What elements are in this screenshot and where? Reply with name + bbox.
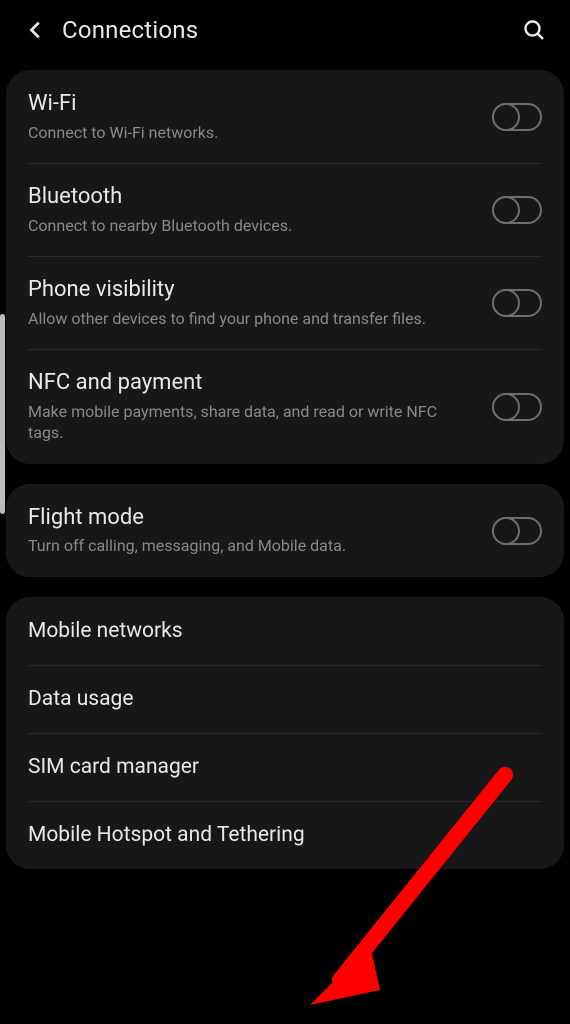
search-button[interactable] [514, 10, 554, 50]
row-text: Mobile Hotspot and Tethering [28, 822, 542, 848]
row-title: Mobile networks [28, 618, 526, 644]
setting-row-flight-mode[interactable]: Flight mode Turn off calling, messaging,… [6, 484, 564, 577]
row-text: NFC and payment Make mobile payments, sh… [28, 369, 492, 444]
row-text: Mobile networks [28, 618, 542, 644]
row-subtitle: Make mobile payments, share data, and re… [28, 401, 476, 444]
row-text: Flight mode Turn off calling, messaging,… [28, 504, 492, 557]
row-title: SIM card manager [28, 754, 526, 780]
back-button[interactable] [16, 10, 56, 50]
flight-mode-toggle[interactable] [492, 517, 542, 545]
search-icon [522, 18, 546, 42]
row-title: Phone visibility [28, 276, 476, 304]
setting-row-nfc-payment[interactable]: NFC and payment Make mobile payments, sh… [6, 349, 564, 464]
setting-row-phone-visibility[interactable]: Phone visibility Allow other devices to … [6, 256, 564, 349]
settings-group-3: Mobile networks Data usage SIM card mana… [6, 597, 564, 869]
row-text: Phone visibility Allow other devices to … [28, 276, 492, 329]
settings-connections-screen: Connections Wi-Fi Connect to Wi-Fi netwo… [0, 0, 570, 1024]
scroll-indicator [0, 314, 5, 514]
setting-row-wifi[interactable]: Wi-Fi Connect to Wi-Fi networks. [6, 70, 564, 163]
row-text: Bluetooth Connect to nearby Bluetooth de… [28, 183, 492, 236]
row-title: Mobile Hotspot and Tethering [28, 822, 526, 848]
row-text: Wi-Fi Connect to Wi-Fi networks. [28, 90, 492, 143]
phone-visibility-toggle[interactable] [492, 289, 542, 317]
setting-row-bluetooth[interactable]: Bluetooth Connect to nearby Bluetooth de… [6, 163, 564, 256]
row-subtitle: Connect to nearby Bluetooth devices. [28, 215, 476, 237]
header-bar: Connections [0, 0, 570, 60]
nfc-payment-toggle[interactable] [492, 393, 542, 421]
row-title: Wi-Fi [28, 90, 476, 118]
row-title: NFC and payment [28, 369, 476, 397]
setting-row-sim-card-manager[interactable]: SIM card manager [6, 733, 564, 801]
row-subtitle: Allow other devices to find your phone a… [28, 308, 476, 330]
row-text: SIM card manager [28, 754, 542, 780]
bluetooth-toggle[interactable] [492, 196, 542, 224]
setting-row-mobile-hotspot-tethering[interactable]: Mobile Hotspot and Tethering [6, 801, 564, 869]
row-text: Data usage [28, 686, 542, 712]
row-subtitle: Turn off calling, messaging, and Mobile … [28, 535, 476, 557]
row-subtitle: Connect to Wi-Fi networks. [28, 122, 476, 144]
chevron-left-icon [25, 19, 47, 41]
row-title: Flight mode [28, 504, 476, 532]
setting-row-data-usage[interactable]: Data usage [6, 665, 564, 733]
row-title: Bluetooth [28, 183, 476, 211]
wifi-toggle[interactable] [492, 103, 542, 131]
row-title: Data usage [28, 686, 526, 712]
setting-row-mobile-networks[interactable]: Mobile networks [6, 597, 564, 665]
settings-group-1: Wi-Fi Connect to Wi-Fi networks. Bluetoo… [6, 70, 564, 464]
settings-group-2: Flight mode Turn off calling, messaging,… [6, 484, 564, 577]
content-area: Wi-Fi Connect to Wi-Fi networks. Bluetoo… [0, 60, 570, 869]
page-title: Connections [62, 16, 514, 44]
